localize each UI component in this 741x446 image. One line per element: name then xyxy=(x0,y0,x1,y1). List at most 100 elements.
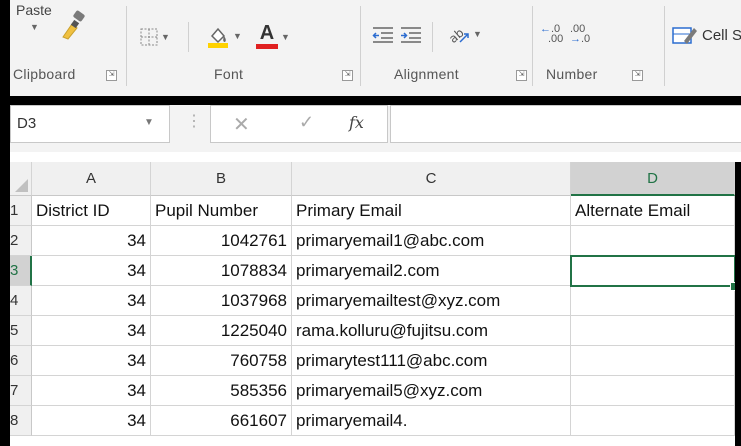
font-group: ▼ ▼ A ▼ Font ⇲ xyxy=(128,0,360,96)
borders-icon xyxy=(140,28,158,46)
cancel-icon[interactable]: ✕ xyxy=(233,112,250,137)
format-painter-icon[interactable] xyxy=(60,10,88,43)
ribbon-separator xyxy=(532,6,533,86)
cell-c1[interactable]: Primary Email xyxy=(292,196,571,226)
paste-dropdown-icon[interactable]: ▼ xyxy=(30,22,39,32)
font-color-dropdown-icon[interactable]: ▼ xyxy=(281,32,290,42)
table-cell[interactable] xyxy=(571,346,735,376)
ribbon-separator xyxy=(126,6,127,86)
orientation-button[interactable]: ab ▼ xyxy=(446,22,482,46)
svg-text:ab: ab xyxy=(446,26,466,46)
orientation-dropdown-icon[interactable]: ▼ xyxy=(473,29,482,39)
column-header-c[interactable]: C xyxy=(292,162,571,196)
alignment-group-label: Alignment xyxy=(394,66,459,82)
borders-button[interactable]: ▼ xyxy=(140,28,170,46)
borders-dropdown-icon[interactable]: ▼ xyxy=(161,32,170,42)
table-cell[interactable]: primaryemail5@xyz.com xyxy=(292,376,571,406)
clipboard-launcher-icon[interactable]: ⇲ xyxy=(106,70,117,81)
cell-styles-button[interactable]: Cell S xyxy=(672,24,741,46)
table-cell[interactable] xyxy=(571,226,735,256)
insert-function-icon[interactable]: fx xyxy=(349,113,364,132)
ribbon: Paste ▼ Clipboard ⇲ ▼ ▼ A ▼ Font ⇲ ab ▼ … xyxy=(10,0,741,96)
font-color-swatch xyxy=(256,44,278,49)
cell-d1[interactable]: Alternate Email xyxy=(571,196,735,226)
font-color-button[interactable]: A ▼ xyxy=(256,22,290,49)
formula-bar: D3 ▼ ⋮ ✕ ✓ fx xyxy=(10,105,741,152)
column-header-d[interactable]: D xyxy=(571,162,735,196)
table-cell[interactable] xyxy=(571,406,735,436)
ribbon-separator xyxy=(664,6,665,86)
name-box-dropdown-icon[interactable]: ▼ xyxy=(144,117,154,128)
font-launcher-icon[interactable]: ⇲ xyxy=(342,70,353,81)
paste-button-label[interactable]: Paste xyxy=(16,2,52,18)
window-frame-right xyxy=(735,162,741,446)
column-header-a[interactable]: A xyxy=(32,162,151,196)
table-cell[interactable]: 34 xyxy=(32,316,151,346)
fill-color-icon xyxy=(208,27,228,48)
increase-indent-button[interactable] xyxy=(400,26,422,44)
formula-bar-resize-handle[interactable]: ⋮ xyxy=(186,111,202,131)
table-cell[interactable]: rama.kolluru@fujitsu.com xyxy=(292,316,571,346)
increase-decimal-button[interactable]: ←.0 .00 xyxy=(540,24,564,45)
row-header[interactable]: 8 xyxy=(10,406,32,436)
table-cell[interactable]: 585356 xyxy=(151,376,292,406)
font-color-icon: A xyxy=(259,22,275,44)
ribbon-separator xyxy=(360,6,361,86)
row-header[interactable]: 2 xyxy=(10,226,32,256)
ribbon-separator xyxy=(188,22,189,52)
table-cell[interactable]: 760758 xyxy=(151,346,292,376)
table-cell[interactable]: primaryemail2.com xyxy=(292,256,571,286)
cell-styles-label: Cell S xyxy=(702,26,741,44)
ribbon-separator xyxy=(432,22,433,52)
table-cell[interactable] xyxy=(571,286,735,316)
fill-color-dropdown-icon[interactable]: ▼ xyxy=(233,31,242,41)
table-cell[interactable]: 34 xyxy=(32,256,151,286)
table-cell[interactable]: primaryemail1@abc.com xyxy=(292,226,571,256)
decrease-indent-icon xyxy=(372,27,393,43)
select-all-corner[interactable] xyxy=(10,162,32,196)
name-box-value: D3 xyxy=(17,115,37,132)
text-orientation-icon: ab xyxy=(446,26,469,46)
row-header[interactable]: 1 xyxy=(10,196,32,226)
table-cell[interactable]: 1078834 xyxy=(151,256,292,286)
formula-bar-buttons: ✕ ✓ fx xyxy=(210,105,388,143)
font-group-label: Font xyxy=(214,66,244,82)
table-cell[interactable]: 34 xyxy=(32,346,151,376)
clipboard-group-label: Clipboard xyxy=(13,66,76,82)
table-cell[interactable]: 34 xyxy=(32,406,151,436)
active-cell-border[interactable] xyxy=(570,255,736,287)
decrease-indent-button[interactable] xyxy=(372,26,394,44)
fill-color-button[interactable]: ▼ xyxy=(206,24,242,48)
alignment-group: ab ▼ Alignment ⇲ xyxy=(362,0,532,96)
row-header[interactable]: 3 xyxy=(10,256,32,286)
number-launcher-icon[interactable]: ⇲ xyxy=(632,70,643,81)
table-cell[interactable] xyxy=(571,376,735,406)
decrease-decimal-button[interactable]: .00 →.0 xyxy=(570,24,590,45)
table-cell[interactable]: 1225040 xyxy=(151,316,292,346)
row-header[interactable]: 5 xyxy=(10,316,32,346)
increase-decimal-zeros: .00 xyxy=(548,33,564,45)
table-cell[interactable]: primarytest111@abc.com xyxy=(292,346,571,376)
cell-a1[interactable]: District ID xyxy=(32,196,151,226)
table-cell[interactable]: 1042761 xyxy=(151,226,292,256)
alignment-launcher-icon[interactable]: ⇲ xyxy=(516,70,527,81)
table-cell[interactable]: primaryemail4. xyxy=(292,406,571,436)
row-header[interactable]: 6 xyxy=(10,346,32,376)
window-frame-left xyxy=(0,0,10,446)
table-cell[interactable]: primaryemailtest@xyz.com xyxy=(292,286,571,316)
table-cell[interactable] xyxy=(571,316,735,346)
increase-indent-icon xyxy=(401,27,421,43)
table-cell[interactable]: 34 xyxy=(32,226,151,256)
cell-b1[interactable]: Pupil Number xyxy=(151,196,292,226)
row-header[interactable]: 4 xyxy=(10,286,32,316)
enter-check-icon[interactable]: ✓ xyxy=(299,112,314,133)
select-all-icon xyxy=(15,179,28,192)
window-frame-divider xyxy=(0,96,741,105)
table-cell[interactable]: 661607 xyxy=(151,406,292,436)
table-cell[interactable]: 1037968 xyxy=(151,286,292,316)
row-header[interactable]: 7 xyxy=(10,376,32,406)
table-cell[interactable]: 34 xyxy=(32,376,151,406)
column-header-b[interactable]: B xyxy=(151,162,292,196)
formula-input[interactable] xyxy=(390,105,741,143)
table-cell[interactable]: 34 xyxy=(32,286,151,316)
